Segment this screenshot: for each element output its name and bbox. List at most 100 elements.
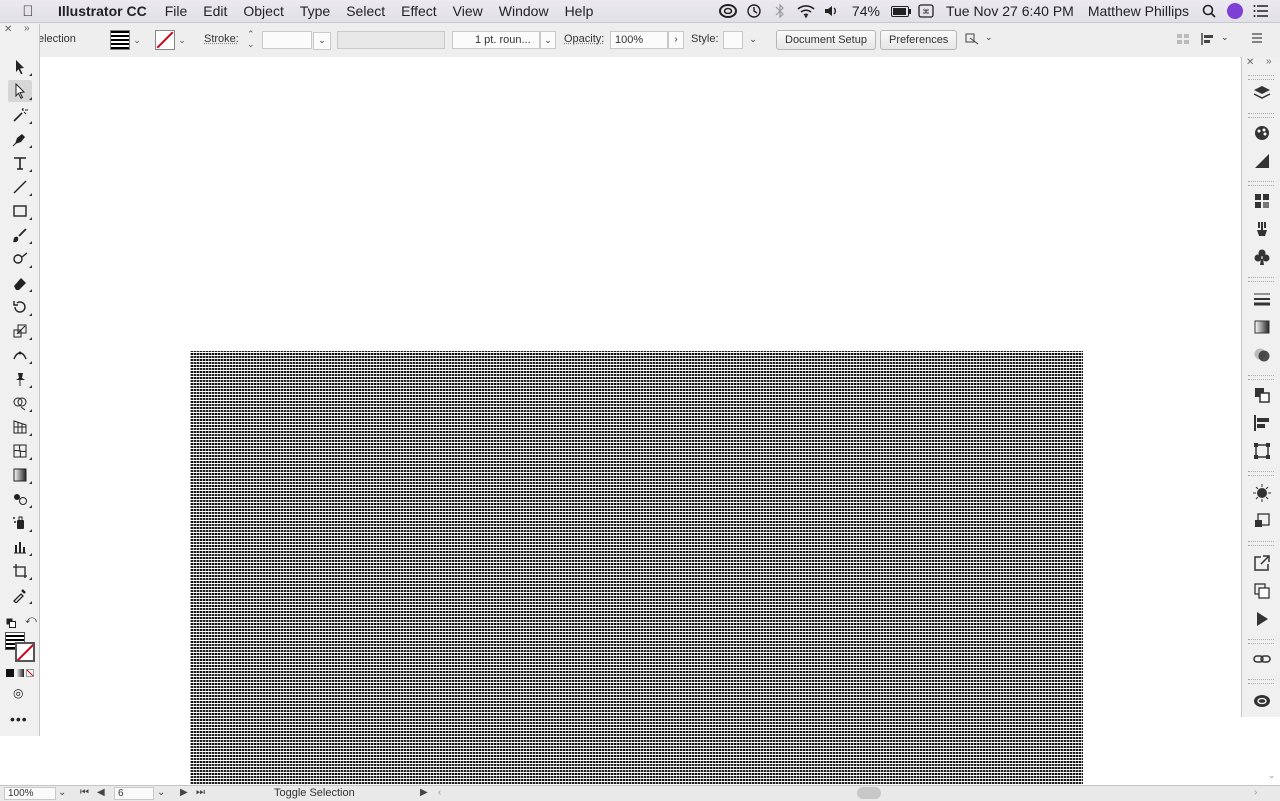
- rectangle-tool[interactable]: [8, 200, 32, 222]
- chevron-down-icon[interactable]: ⌄: [130, 35, 144, 46]
- artboards-panel-button[interactable]: [1252, 581, 1272, 601]
- export-panel-button[interactable]: [1252, 553, 1272, 573]
- chevron-down-icon[interactable]: ⌄: [58, 787, 66, 798]
- pen-tool[interactable]: [8, 128, 32, 150]
- panel-menu-icon[interactable]: [1250, 31, 1266, 47]
- scroll-right-icon[interactable]: ›: [1254, 787, 1257, 798]
- actions-panel-button[interactable]: [1252, 609, 1272, 629]
- color-panel-button[interactable]: [1252, 123, 1272, 143]
- magic-wand-tool[interactable]: [8, 104, 32, 126]
- chevron-down-icon[interactable]: ⌄: [313, 32, 331, 50]
- fill-swatch[interactable]: [110, 30, 130, 50]
- transform-panel-button[interactable]: [1252, 441, 1272, 461]
- perspective-grid-tool[interactable]: [8, 416, 32, 438]
- arrange-documents-icon[interactable]: [964, 31, 980, 47]
- menu-view[interactable]: View: [445, 0, 491, 22]
- align-panel-button[interactable]: [1252, 413, 1272, 433]
- transparency-panel-button[interactable]: [1252, 345, 1272, 365]
- notification-center-icon[interactable]: [1252, 0, 1270, 22]
- time-machine-icon[interactable]: [745, 0, 763, 22]
- bluetooth-icon[interactable]: [771, 0, 789, 22]
- volume-icon[interactable]: [823, 0, 841, 22]
- align-options-icon[interactable]: [1200, 31, 1216, 47]
- drawing-mode-icon[interactable]: ◎: [13, 686, 23, 700]
- gradient-panel-button[interactable]: [1252, 317, 1272, 337]
- eyedropper-tool[interactable]: [8, 584, 32, 606]
- brushes-panel-button[interactable]: [1252, 219, 1272, 239]
- paintbrush-tool[interactable]: [8, 224, 32, 246]
- graphic-styles-panel-button[interactable]: [1252, 511, 1272, 531]
- chevron-down-icon[interactable]: ⌄: [175, 35, 189, 46]
- chevron-down-icon[interactable]: ⌄: [985, 32, 993, 43]
- workspace-grid-icon[interactable]: [1175, 31, 1191, 47]
- wifi-icon[interactable]: [797, 0, 815, 22]
- menu-edit[interactable]: Edit: [195, 0, 235, 22]
- opacity-label[interactable]: Opacity:: [564, 33, 604, 45]
- pathfinder-panel-button[interactable]: [1252, 385, 1272, 405]
- selection-tool[interactable]: [8, 56, 32, 78]
- collapse-panel-icon[interactable]: »: [1266, 56, 1272, 67]
- color-mode-icon[interactable]: [6, 669, 14, 677]
- graphic-style-swatch[interactable]: [723, 31, 743, 49]
- chevron-down-icon[interactable]: ⌄: [745, 31, 761, 49]
- halftone-artwork[interactable]: [190, 351, 1083, 785]
- type-tool[interactable]: [8, 152, 32, 174]
- layers-panel-button[interactable]: [1252, 83, 1272, 103]
- fill-stroke-indicator[interactable]: [5, 632, 35, 662]
- color-guide-panel-button[interactable]: [1252, 151, 1272, 171]
- status-menu-arrow-icon[interactable]: ▶: [420, 787, 428, 798]
- stroke-weight-field[interactable]: [262, 31, 312, 49]
- zoom-field[interactable]: 100%: [4, 787, 56, 800]
- eraser-tool[interactable]: [8, 272, 32, 294]
- stepper-icon[interactable]: ⌃ ⌄: [247, 29, 255, 49]
- expand-panel-icon[interactable]: »: [24, 23, 30, 34]
- scale-tool[interactable]: [8, 320, 32, 342]
- blend-tool[interactable]: [8, 488, 32, 510]
- mesh-tool[interactable]: [8, 440, 32, 462]
- more-tools-icon[interactable]: •••: [10, 711, 28, 727]
- clock[interactable]: Tue Nov 27 6:40 PM: [939, 0, 1081, 22]
- chevron-down-icon[interactable]: ⌄: [157, 787, 165, 798]
- close-panel-icon[interactable]: ✕: [1246, 57, 1254, 68]
- opacity-field[interactable]: 100%: [610, 31, 668, 49]
- horizontal-scrollbar-thumb[interactable]: [857, 787, 881, 799]
- symbol-sprayer-tool[interactable]: [8, 512, 32, 534]
- width-tool[interactable]: [8, 344, 32, 366]
- links-panel-button[interactable]: [1252, 649, 1272, 669]
- default-fill-stroke-icon[interactable]: [6, 616, 16, 626]
- chevron-down-icon[interactable]: ⌄: [1221, 32, 1229, 43]
- menu-help[interactable]: Help: [557, 0, 602, 22]
- menu-object[interactable]: Object: [235, 0, 291, 22]
- gradient-mode-icon[interactable]: [16, 669, 24, 677]
- creative-cloud-icon[interactable]: [719, 0, 737, 22]
- symbols-panel-button[interactable]: [1252, 247, 1272, 267]
- first-artboard-icon[interactable]: ⏮: [80, 787, 89, 798]
- fill-color-control[interactable]: ⌄: [110, 29, 144, 51]
- rotate-tool[interactable]: [8, 296, 32, 318]
- column-graph-tool[interactable]: [8, 536, 32, 558]
- menu-type[interactable]: Type: [292, 0, 338, 22]
- stroke-color-control[interactable]: ⌄: [155, 29, 189, 51]
- menu-window[interactable]: Window: [491, 0, 557, 22]
- stroke-panel-button[interactable]: [1252, 289, 1272, 309]
- menu-file[interactable]: File: [157, 0, 196, 22]
- shape-builder-tool[interactable]: [8, 392, 32, 414]
- brush-definition-field[interactable]: 1 pt. roun...: [452, 31, 540, 49]
- app-menu[interactable]: Illustrator CC: [52, 0, 157, 22]
- siri-icon[interactable]: [1226, 0, 1244, 22]
- user-name[interactable]: Matthew Phillips: [1081, 0, 1196, 22]
- none-mode-icon[interactable]: [26, 669, 34, 677]
- libraries-panel-button[interactable]: [1252, 691, 1272, 711]
- keyboard-viewer-icon[interactable]: ⌘: [917, 0, 935, 22]
- artboard-number-field[interactable]: 6: [114, 787, 154, 800]
- artboard-tool[interactable]: [8, 560, 32, 582]
- direct-selection-tool[interactable]: [8, 80, 32, 102]
- puppet-warp-tool[interactable]: [8, 368, 32, 390]
- close-panel-icon[interactable]: ✕: [4, 24, 12, 35]
- next-artboard-icon[interactable]: ▶: [180, 787, 188, 798]
- preferences-button[interactable]: Preferences: [880, 30, 957, 50]
- scroll-left-icon[interactable]: ‹: [438, 787, 441, 798]
- swatches-panel-button[interactable]: [1252, 191, 1272, 211]
- stroke-indicator[interactable]: [15, 642, 35, 662]
- apple-icon[interactable]: : [18, 3, 38, 20]
